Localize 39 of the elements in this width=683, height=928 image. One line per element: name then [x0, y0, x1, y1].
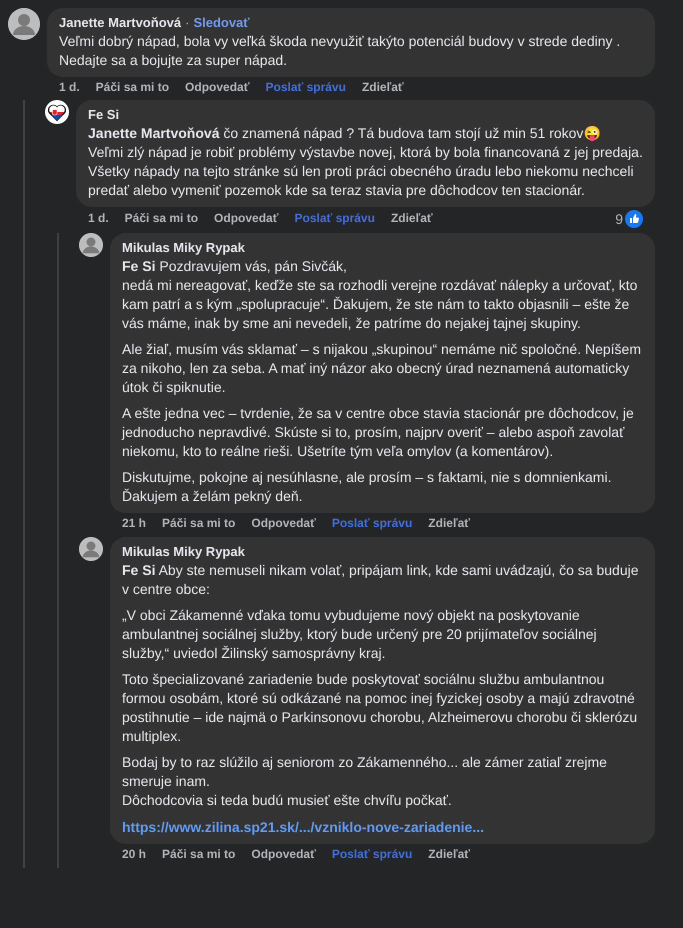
comment-text: A ešte jedna vec – tvrdenie, že sa v centre obce stavia stacionár pre dôchodcov, je jednoducho nepravdivé. Skúste si to, prosím, najprv overiť – alebo aspoň zavolať niekomu, kto to reálne rieši. Ušetríte tým veľa omylov (a komentárov).	[122, 404, 635, 462]
action-link[interactable]: Odpovedať	[185, 80, 250, 96]
author-name[interactable]: Mikulas Miky Rypak	[122, 542, 245, 561]
author-name[interactable]: Mikulas Miky Rypak	[122, 239, 245, 257]
comment-text: Veľmi dobrý nápad, bola vy veľká škoda nevyužiť takýto potenciál budovy v strede dediny . Nedajte sa a bojujte za super nápad.	[59, 32, 622, 70]
action-link[interactable]: Zdieľať	[428, 847, 470, 863]
action-link[interactable]: Páči sa mi to	[124, 211, 198, 228]
action-link[interactable]: Páči sa mi to	[96, 80, 170, 96]
like-icon[interactable]	[625, 210, 643, 228]
timestamp[interactable]: 20 h	[122, 847, 146, 863]
avatar-silhouette[interactable]	[79, 233, 103, 258]
comment-text: Janette Martvoňová čo znamená nápad ? Tá budova tam stojí už min 51 rokov😜 Veľmi zlý nápad je robiť problémy výstavbe novej, ktorá by bola financovaná z jej predaja. Všetky nápady na tejto stránke sú len proti práci obecného úradu lebo niekomu nechceli predať alebo vymeniť pozemok kde sa teraz stavia pre dôchodcov ten stacionár.	[88, 124, 643, 200]
comment-text: Bodaj by to raz slúžilo aj seniorom zo Zákamenného... ale zámer zatiaľ zrejme smeruje inam. Dôchodcovia si teda budú musieť ešte chvíľu počkať.	[122, 752, 608, 810]
timestamp[interactable]: 21 h	[122, 516, 146, 532]
action-link[interactable]: Odpovedať	[214, 211, 278, 228]
comment-text: Toto špecializované zariadenie bude poskytovať sociálnu službu ambulantnou formou osobám, ktoré sú odkázané na pomoc inej fyzickej osoby a majú zdravotné postihnutie – ide najmä o Parkinsonovu chorobu, Alzheimerovu chorobu či sklerózu multiplex.	[122, 670, 638, 746]
action-link[interactable]: Odpovedať	[251, 516, 316, 532]
action-link[interactable]: Zdieľať	[390, 211, 433, 228]
action-link[interactable]: Odpovedať	[251, 847, 316, 863]
action-link[interactable]: Zdieľať	[362, 80, 404, 96]
follow-link[interactable]: Sledovať	[193, 14, 250, 32]
flag-heart-icon[interactable]	[45, 100, 69, 124]
action-link[interactable]: Páči sa mi to	[162, 847, 236, 863]
action-link[interactable]: Páči sa mi to	[162, 516, 236, 532]
timestamp[interactable]: 1 d.	[88, 211, 109, 228]
comment-text: Fe Si Pozdravujem vás, pán Sivčák, nedá mi nereagovať, keďže ste sa rozhodli verejne rozdávať nálepky a určovať, kto kam patrí a s kým „spolupracuje“. Ďakujem, že ste nám to takto objasnili – ešte že vás máme, inak by sme ani nevedeli, že patríme do nejakej tajnej skupiny.	[122, 256, 638, 334]
avatar-silhouette[interactable]	[79, 536, 103, 561]
comment-text: „V obci Zákamenné vďaka tomu vybudujeme nový objekt na poskytovanie ambulantnej sociálnej služby, ktorý bude určený pre 20 prijímateľov sociálnej služby,“ uviedol Žilinský samosprávny kraj.	[122, 606, 598, 663]
comment-text: Diskutujme, pokojne aj nesúhlasne, ale prosím – s faktami, nie s domnienkami. Ďakujem a želám pekný deň.	[122, 468, 612, 506]
author-name[interactable]: Janette Martvoňová	[59, 14, 182, 32]
url-link[interactable]: https://www.zilina.sp21.sk/.../vzniklo-nove-zariadenie...	[122, 819, 484, 835]
separator-dot: ·	[185, 14, 190, 32]
comment-text: Fe Si Aby ste nemuseli nikam volať, pripájam link, kde sami uvádzajú, čo sa buduje v centre obce:	[122, 560, 640, 599]
comment-text: Ale žiaľ, musím vás sklamať – s nijakou „skupinou“ nemáme nič spoločné. Nepíšem za nikoho, len za seba. A mať iný názor ako obecný úrad neznamená automaticky útok či spiknutie.	[122, 340, 642, 398]
action-link[interactable]: Zdieľať	[428, 516, 470, 532]
timestamp[interactable]: 1 d.	[59, 80, 80, 96]
avatar-silhouette[interactable]	[8, 8, 40, 40]
author-name[interactable]: Fe Si	[88, 106, 120, 124]
reaction-count[interactable]: 9	[615, 210, 623, 228]
